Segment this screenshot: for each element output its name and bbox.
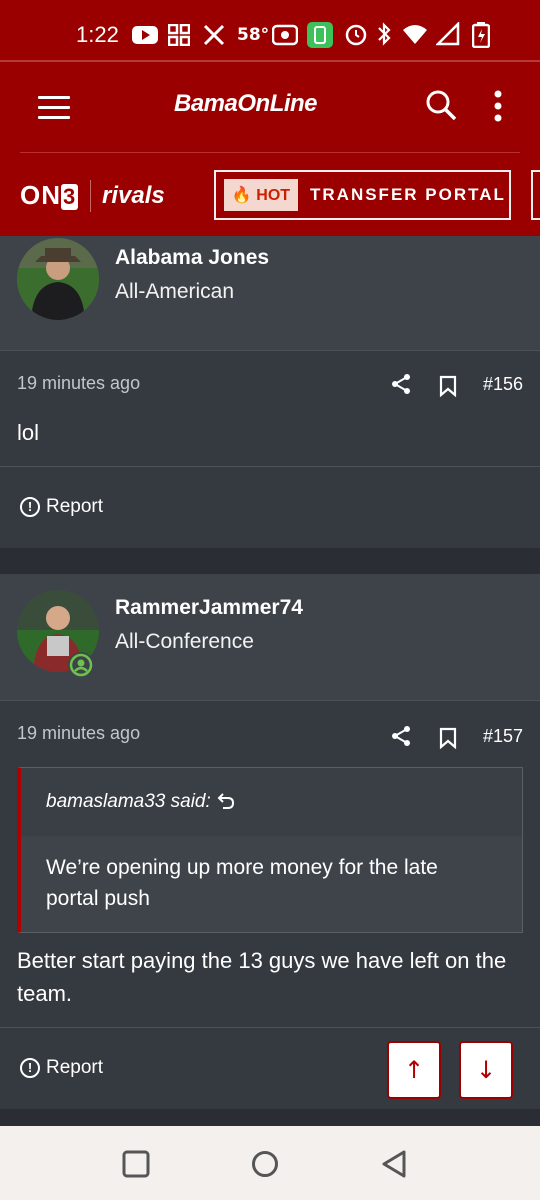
report-button[interactable]: ! Report — [20, 1057, 103, 1079]
post-separator — [0, 548, 540, 574]
post-number[interactable]: #156 — [483, 374, 523, 395]
header-divider — [20, 152, 520, 153]
signal-icon — [434, 20, 460, 48]
post-body: 19 minutes ago #156 lol ! Report — [0, 351, 540, 548]
post-content: lol — [17, 420, 40, 445]
system-navigation-bar — [0, 1126, 540, 1200]
temperature: 58° — [237, 25, 270, 45]
report-label: Report — [46, 1057, 104, 1078]
user-rank: All-American — [115, 280, 235, 303]
post-number[interactable]: #157 — [483, 726, 523, 747]
username[interactable]: Alabama Jones — [115, 246, 269, 270]
back-icon[interactable] — [380, 1149, 408, 1184]
divider — [0, 1027, 540, 1028]
post-header: RammerJammer74 All-Conference — [0, 574, 540, 700]
on3-logo[interactable]: ON3 — [20, 180, 79, 211]
status-time: 1:22 — [76, 22, 119, 47]
brand-separator — [90, 180, 91, 212]
jump-to-quote-icon[interactable] — [217, 792, 235, 815]
radio-icon — [271, 22, 299, 48]
transfer-portal-button[interactable]: 🔥 HOT TRANSFER PORTAL — [214, 170, 511, 220]
quote-author[interactable]: bamaslama33 said: — [46, 791, 211, 813]
share-icon[interactable] — [390, 725, 412, 752]
post-timestamp[interactable]: 19 minutes ago — [17, 373, 140, 394]
post-header: Alabama Jones All-American — [0, 236, 540, 350]
post-content: Better start paying the 13 guys we have … — [17, 948, 507, 1006]
online-status-icon — [68, 652, 94, 678]
alarm-icon — [344, 22, 368, 48]
bookmark-icon[interactable] — [439, 375, 457, 402]
report-label: Report — [46, 496, 104, 517]
scroll-up-button[interactable]: ↑ — [387, 1041, 441, 1099]
username[interactable]: RammerJammer74 — [115, 596, 303, 620]
arrow-down-icon: ↓ — [475, 1056, 497, 1084]
status-bar: 1:22 58° — [0, 0, 540, 60]
report-button[interactable]: ! Report — [20, 496, 103, 518]
avatar[interactable] — [17, 238, 99, 320]
battery-icon — [471, 22, 491, 49]
more-options-icon[interactable] — [493, 90, 503, 127]
quote-header[interactable]: bamaslama33 said: — [21, 768, 522, 836]
app-header: BamaOnLine ON3 rivals 🔥 HOT TRANSFER POR… — [0, 60, 540, 236]
wifi-icon — [402, 22, 428, 48]
home-icon[interactable] — [251, 1150, 279, 1183]
hot-label: HOT — [256, 187, 291, 204]
transfer-portal-label: TRANSFER PORTAL — [310, 185, 506, 204]
search-icon[interactable] — [424, 88, 458, 127]
post-separator — [0, 1109, 540, 1126]
on3-number: 3 — [61, 184, 79, 210]
report-icon: ! — [20, 497, 40, 517]
on3-text: ON — [20, 180, 61, 210]
site-logo[interactable]: BamaOnLine — [174, 90, 318, 118]
battery-saver-icon — [307, 22, 333, 48]
bluetooth-icon — [376, 22, 392, 48]
arrow-up-icon: ↑ — [403, 1056, 425, 1084]
rivals-logo[interactable]: rivals — [102, 182, 165, 210]
quote-text: We’re opening up more money for the late… — [46, 856, 438, 910]
flame-icon: 🔥 — [231, 185, 252, 204]
divider — [0, 466, 540, 467]
x-icon — [203, 22, 225, 48]
user-rank: All-Conference — [115, 630, 254, 653]
youtube-icon — [132, 22, 158, 48]
quote-block: bamaslama33 said: We’re opening up more … — [17, 767, 523, 933]
hot-badge: 🔥 HOT — [224, 179, 298, 211]
post-timestamp[interactable]: 19 minutes ago — [17, 723, 140, 744]
menu-icon[interactable] — [38, 96, 70, 126]
recent-apps-icon[interactable] — [122, 1150, 150, 1183]
scroll-down-button[interactable]: ↓ — [459, 1041, 513, 1099]
apps-icon — [167, 22, 191, 48]
next-nav-button[interactable] — [531, 170, 540, 220]
report-icon: ! — [20, 1058, 40, 1078]
bookmark-icon[interactable] — [439, 727, 457, 754]
share-icon[interactable] — [390, 373, 412, 400]
